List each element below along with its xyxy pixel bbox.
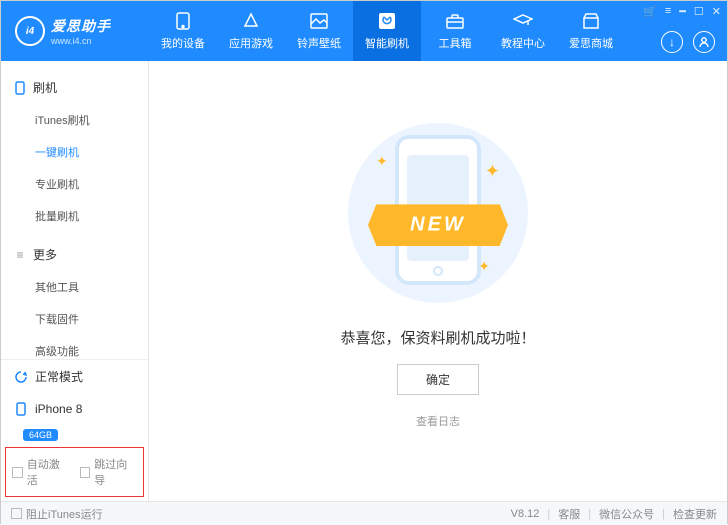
checkbox-icon (12, 467, 23, 478)
nav-label: 我的设备 (161, 35, 205, 51)
checkbox-auto-activate[interactable]: 自动激活 (12, 456, 70, 488)
store-icon (581, 11, 601, 31)
nav-apps[interactable]: 应用游戏 (217, 1, 285, 61)
apps-icon (241, 11, 261, 31)
nav-label: 爱思商城 (569, 35, 613, 51)
nav-my-device[interactable]: 我的设备 (149, 1, 217, 61)
sparkle-icon: ✦ (478, 258, 490, 275)
wechat-link[interactable]: 微信公众号 (599, 506, 654, 522)
sidebar-item-itunes-flash[interactable]: iTunes刷机 (1, 104, 148, 136)
support-link[interactable]: 客服 (558, 506, 580, 522)
success-message: 恭喜您，保资料刷机成功啦！ (340, 327, 535, 348)
logo-block: i4 爱思助手 www.i4.cn (1, 16, 149, 46)
sparkle-icon: ✦ (376, 153, 388, 170)
checkbox-block-itunes[interactable]: 阻止iTunes运行 (11, 506, 103, 522)
sidebar-group-label: 刷机 (33, 79, 57, 96)
menu-icon[interactable]: ≡ (665, 5, 671, 18)
sidebar-group-more[interactable]: ≡ 更多 (1, 238, 148, 271)
nav-tutorials[interactable]: 教程中心 (489, 1, 557, 61)
device-name: iPhone 8 (35, 402, 82, 416)
nav-label: 应用游戏 (229, 35, 273, 51)
sidebar-group-flash[interactable]: 刷机 (1, 71, 148, 104)
nav-label: 铃声壁纸 (297, 35, 341, 51)
footer-option-label: 阻止iTunes运行 (26, 506, 103, 522)
option-label: 跳过向导 (94, 456, 137, 488)
sidebar-item-other-tools[interactable]: 其他工具 (1, 271, 148, 303)
success-illustration: NEW ✦ ✦ ✦ (348, 123, 528, 303)
brand-title: 爱思助手 (51, 16, 111, 36)
nav-label: 工具箱 (439, 35, 472, 51)
sidebar-item-pro-flash[interactable]: 专业刷机 (1, 168, 148, 200)
sidebar: 刷机 iTunes刷机 一键刷机 专业刷机 批量刷机 ≡ 更多 其他工具 下载固… (1, 61, 149, 501)
sidebar-item-batch-flash[interactable]: 批量刷机 (1, 200, 148, 232)
window-controls: 🛒 ≡ ━ ☐ ✕ (643, 5, 721, 18)
minimize-icon[interactable]: ━ (679, 5, 686, 18)
nav-toolbox[interactable]: 工具箱 (421, 1, 489, 61)
sidebar-item-download-firmware[interactable]: 下载固件 (1, 303, 148, 335)
phone-icon (173, 11, 193, 31)
maximize-icon[interactable]: ☐ (694, 5, 704, 18)
option-label: 自动激活 (27, 456, 70, 488)
storage-badge: 64GB (23, 429, 58, 441)
nav-label: 教程中心 (501, 35, 545, 51)
sparkle-icon: ✦ (485, 161, 500, 182)
close-icon[interactable]: ✕ (712, 5, 721, 18)
brand-subtitle: www.i4.cn (51, 36, 111, 46)
confirm-button[interactable]: 确定 (397, 364, 479, 395)
download-icon[interactable]: ↓ (661, 31, 683, 53)
top-nav: 我的设备 应用游戏 铃声壁纸 智能刷机 工具箱 教程中心 爱思商城 (149, 1, 625, 61)
device-mode-label: 正常模式 (35, 368, 83, 385)
options-highlighted: 自动激活 跳过向导 (5, 447, 144, 497)
toolbox-icon (445, 11, 465, 31)
refresh-icon (13, 369, 29, 385)
check-update-link[interactable]: 检查更新 (673, 506, 717, 522)
main-panel: NEW ✦ ✦ ✦ 恭喜您，保资料刷机成功啦！ 确定 查看日志 (149, 61, 727, 501)
view-log-link[interactable]: 查看日志 (416, 413, 460, 429)
logo-icon: i4 (15, 16, 45, 46)
footer-bar: 阻止iTunes运行 V8.12 | 客服 | 微信公众号 | 检查更新 (1, 501, 727, 525)
menu-icon: ≡ (13, 248, 27, 262)
tutorial-icon (513, 11, 533, 31)
phone-icon (13, 81, 27, 95)
phone-icon (13, 401, 29, 417)
nav-label: 智能刷机 (365, 35, 409, 51)
header-bar: i4 爱思助手 www.i4.cn 我的设备 应用游戏 铃声壁纸 智能刷机 工具… (1, 1, 727, 61)
sidebar-item-advanced[interactable]: 高级功能 (1, 335, 148, 359)
header-actions: ↓ (661, 31, 715, 53)
checkbox-icon (11, 508, 22, 519)
flash-icon (377, 11, 397, 31)
version-label: V8.12 (511, 508, 540, 520)
wallpaper-icon (309, 11, 329, 31)
sidebar-group-label: 更多 (33, 246, 57, 263)
device-mode[interactable]: 正常模式 (1, 360, 148, 393)
checkbox-skip-wizard[interactable]: 跳过向导 (80, 456, 138, 488)
nav-flash[interactable]: 智能刷机 (353, 1, 421, 61)
user-icon[interactable] (693, 31, 715, 53)
sidebar-item-onekey-flash[interactable]: 一键刷机 (1, 136, 148, 168)
nav-ringtones[interactable]: 铃声壁纸 (285, 1, 353, 61)
new-ribbon: NEW (368, 204, 508, 246)
nav-store[interactable]: 爱思商城 (557, 1, 625, 61)
device-info[interactable]: iPhone 8 (1, 393, 148, 425)
cart-icon[interactable]: 🛒 (643, 5, 657, 18)
checkbox-icon (80, 467, 91, 478)
